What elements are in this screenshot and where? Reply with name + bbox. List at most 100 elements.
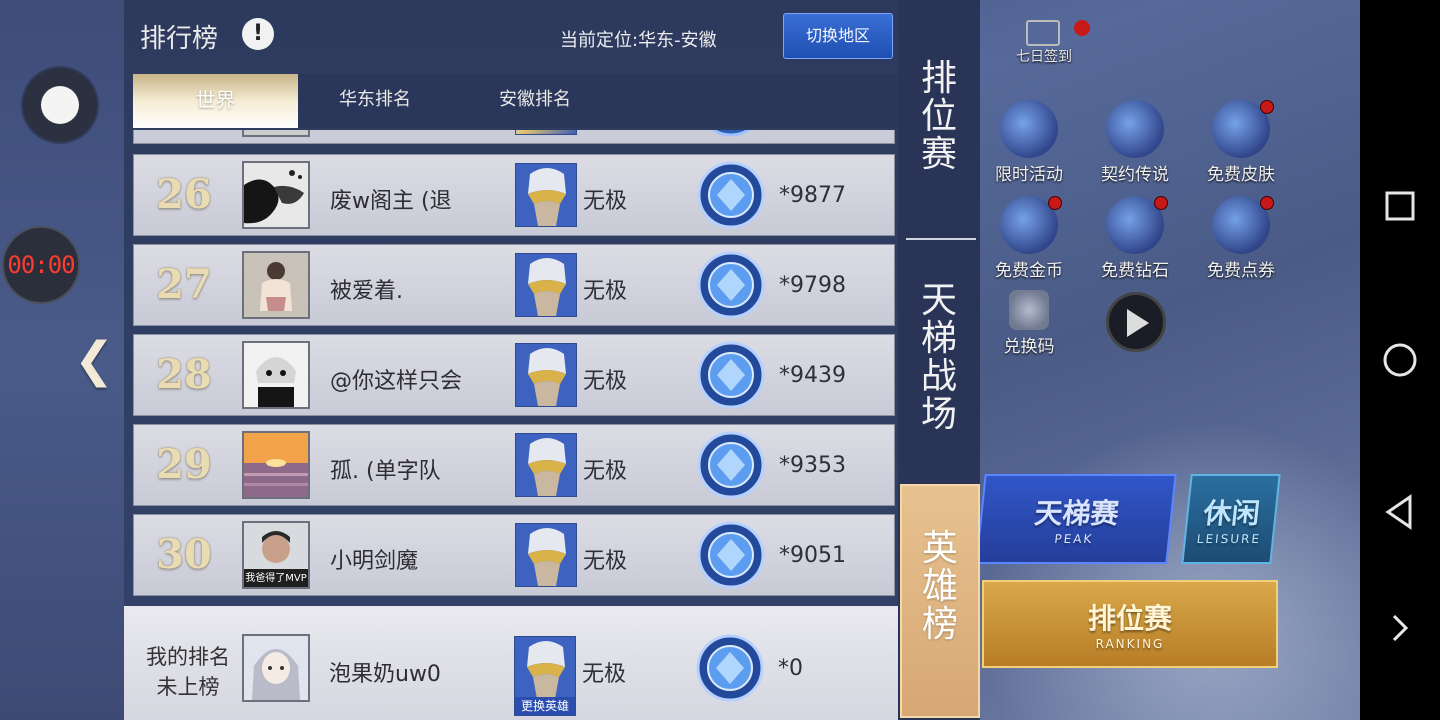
rank-number: 27 [156,261,212,308]
table-row[interactable]: 26 废w阁主 (退 无极 *9877 [133,154,895,236]
feature-free-diamond[interactable]: 免费钻石 [1090,196,1180,281]
category-char: 雄 [921,566,958,607]
panel-header: 排行榜 ! 当前定位:华东-安徽 切换地区 [124,0,898,72]
chevron-right-icon[interactable] [1380,608,1420,648]
mode-ranking-button[interactable]: 排位赛 RANKING [982,580,1278,668]
android-nav-bar [1360,0,1440,720]
seven-day-checkin[interactable]: 七日签到 [1016,20,1072,66]
feature-label: 限时活动 [995,165,1063,185]
feature-free-skin[interactable]: 免费皮肤 [1196,100,1286,185]
category-char: 梯 [920,318,957,359]
blue-diamond-rank-badge-icon [696,634,764,702]
my-hero-portrait[interactable]: 更换英雄 [514,636,576,716]
mode-leisure-button[interactable]: 休闲 LEISURE [1181,474,1281,564]
mode-subtitle: LEISURE [1196,532,1262,546]
square-recents-icon[interactable] [1380,186,1420,226]
table-row[interactable]: 30 我爸得了MVP 小明剑魔 无极 *9051 [133,514,895,596]
avatar[interactable] [242,341,310,409]
avatar-sunset-sea-icon [244,433,308,497]
tab-east-china[interactable]: 华东排名 [315,74,435,128]
mode-subtitle: RANKING [1095,637,1165,651]
avatar[interactable] [242,431,310,499]
mode-title: 排位赛 [1087,602,1172,635]
hero-portrait-icon [515,343,577,407]
mode-title: 天梯赛 [1032,497,1121,530]
feature-label: 免费钻石 [1101,261,1169,281]
avatar-silver-hair-girl-icon [244,636,308,700]
avatar[interactable] [242,251,310,319]
table-row[interactable]: 27 被爱着. 无极 *9798 [133,244,895,326]
category-char: 天 [920,280,957,321]
avatar[interactable] [242,161,310,229]
circle-home-icon[interactable] [1380,340,1420,380]
change-hero-button[interactable]: 更换英雄 [515,697,575,715]
avatar-caption: 我爸得了MVP [245,573,307,584]
tab-world[interactable]: 世界 [133,74,298,128]
feature-free-coupon[interactable]: 免费点券 [1196,196,1286,281]
category-char: 战 [920,356,957,397]
table-row[interactable]: 28 @你这样只会 无极 *9439 [133,334,895,416]
score: *9798 [779,273,846,298]
blue-diamond-rank-badge-icon [697,521,765,589]
feature-limited-event[interactable]: 限时活动 [984,100,1074,185]
my-rank-row: 我的排名 未上榜 泡果奶uw0 更换英雄 无极 *0 [124,606,898,720]
hero-name: 无极 [583,369,628,394]
feature-label: 免费点券 [1207,261,1275,281]
blue-diamond-rank-badge-icon [697,431,765,499]
location-label: 当前定位: [560,30,639,51]
sound-toggle-button[interactable] [1106,292,1166,352]
leaderboard-panel: 排行榜 ! 当前定位:华东-安徽 切换地区 世界 华东排名 安徽排名 26 废w… [124,0,898,720]
my-player-name: 泡果奶uw0 [329,662,441,687]
my-avatar[interactable] [242,634,310,702]
hero-name: 无极 [583,549,628,574]
feature-redeem-code[interactable]: 兑换码 [984,290,1074,357]
category-hero-board[interactable]: 英 雄 榜 [900,484,980,718]
wuji-hero-portrait-icon [516,164,576,226]
wuji-hero-portrait-icon [516,344,576,406]
avatar-anime-bw-icon [244,343,308,407]
info-icon[interactable]: ! [242,18,274,50]
checkin-red-dot [1074,20,1090,36]
location-value: 华东-安徽 [638,30,717,51]
mode-title: 休闲 [1201,497,1262,530]
record-timer: 00:00 [2,226,80,304]
category-ladder[interactable]: 天 梯 战 场 [898,282,980,434]
feature-label: 契约传说 [1101,165,1169,185]
feature-contract-legend[interactable]: 契约传说 [1090,100,1180,185]
speaker-icon [1127,309,1149,337]
panel-title: 排行榜 [140,24,219,54]
red-dot [1154,196,1168,210]
my-rank-title: 我的排名 [146,645,230,669]
screen-record-button[interactable] [23,68,97,142]
feature-label: 免费金币 [995,261,1063,281]
score: *9051 [779,543,846,568]
category-divider [906,238,976,240]
hero-name: 无极 [583,459,628,484]
double-chevron-left-icon[interactable]: ❮ [74,334,118,386]
category-tabs: 排 位 赛 天 梯 战 场 英 雄 榜 [898,0,980,720]
hero-name: 无极 [583,279,628,304]
my-rank-label: 我的排名 未上榜 [138,642,238,702]
red-dot [1260,100,1274,114]
hero-portrait-icon [515,130,577,135]
hero-portrait-icon [515,253,577,317]
tab-anhui[interactable]: 安徽排名 [475,74,595,128]
mode-peak-button[interactable]: 天梯赛 PEAK [975,474,1177,564]
player-name: @你这样只会 [330,369,463,394]
blue-diamond-rank-badge-icon [697,161,765,229]
switch-region-button[interactable]: 切换地区 [783,13,893,59]
avatar-dark-scene-icon [244,163,308,227]
ranking-list[interactable]: 26 废w阁主 (退 无极 *9877 27 被爱着. 无极 *9798 28 … [133,130,897,600]
blue-diamond-rank-badge-icon [697,251,765,319]
avatar[interactable]: 我爸得了MVP [242,521,310,589]
triangle-back-icon[interactable] [1380,492,1420,532]
category-ranked[interactable]: 排 位 赛 [898,60,980,174]
player-name: 小明剑魔 [330,549,419,574]
mode-subtitle: PEAK [1053,532,1095,546]
category-char: 位 [920,96,957,137]
rank-number: 28 [156,351,212,398]
score: *9353 [779,453,846,478]
feature-free-gold[interactable]: 免费金币 [984,196,1074,281]
table-row[interactable]: 29 孤. (单字队 无极 *9353 [133,424,895,506]
hero-portrait-icon [515,163,577,227]
